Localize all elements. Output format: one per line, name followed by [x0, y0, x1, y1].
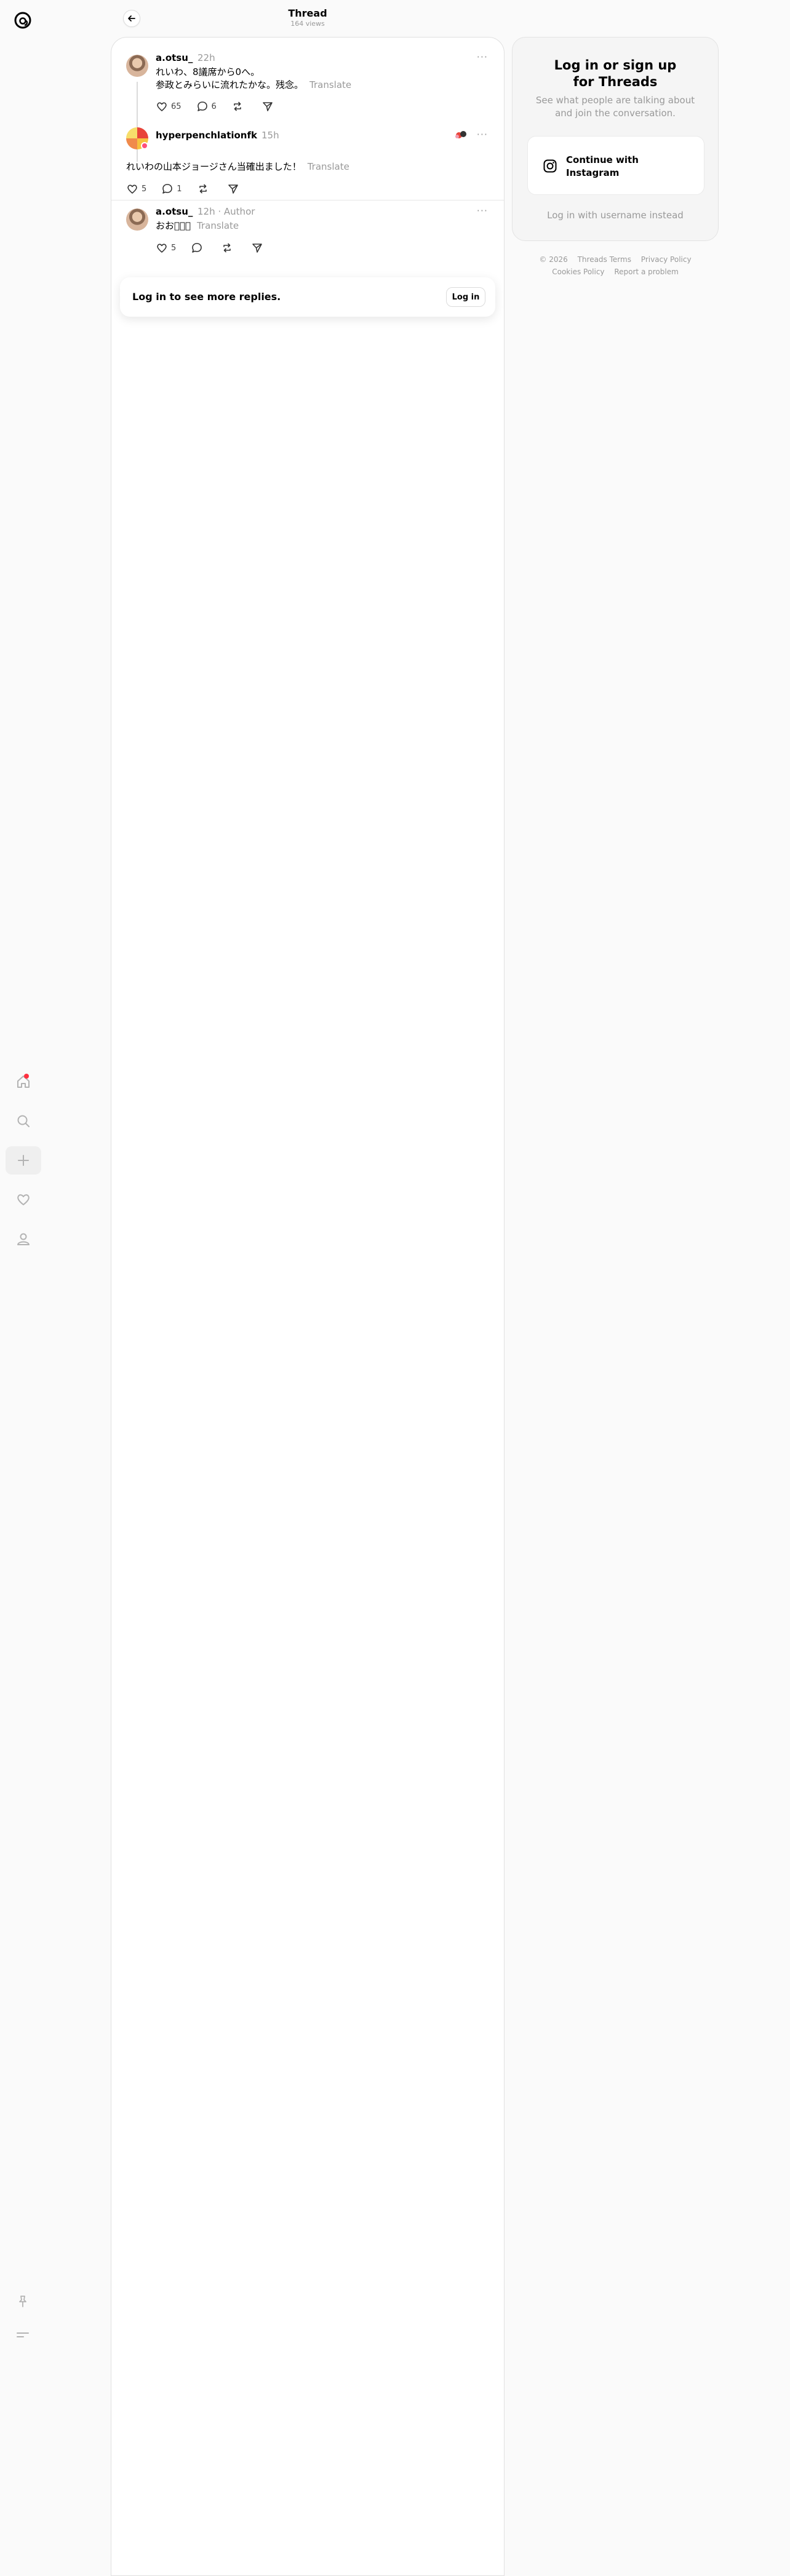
reply-button[interactable]	[191, 242, 206, 254]
share-button[interactable]	[227, 183, 242, 195]
post-actions: 5 1	[126, 183, 257, 195]
like-button[interactable]: 65	[156, 100, 182, 113]
reply-count: 1	[177, 184, 182, 194]
heart-icon	[17, 1194, 30, 1205]
search-icon	[17, 1115, 30, 1127]
notification-dot	[24, 1074, 29, 1079]
privacy-link[interactable]: Privacy Policy	[641, 255, 692, 264]
plus-icon	[18, 1155, 29, 1166]
post-username[interactable]: hyperpenchlationfk	[156, 130, 257, 141]
heart-icon	[157, 102, 167, 111]
post-main: a.otsu_ 22h ··· れいわ、8議席から0へ。 参政とみらいに流れたか…	[111, 38, 504, 162]
share-button[interactable]	[251, 242, 266, 254]
terms-link[interactable]: Threads Terms	[578, 255, 631, 264]
pin-icon[interactable]	[14, 2293, 32, 2311]
post-text: れいわ、8議席から0へ。 参政とみらいに流れたかな。残念。 Translate	[156, 66, 351, 92]
more-options-button[interactable]: ···	[477, 205, 488, 216]
profile-icon	[17, 1233, 30, 1245]
like-button[interactable]: 5	[126, 183, 146, 195]
post-time: 15h	[261, 130, 279, 141]
copyright: © 2026	[539, 255, 568, 264]
heart-icon	[157, 244, 167, 253]
like-count: 5	[171, 243, 177, 253]
avatar-badge	[141, 142, 148, 149]
thread-feed: a.otsu_ 22h ··· れいわ、8議席から0へ。 参政とみらいに流れたか…	[111, 37, 505, 2576]
home-icon	[17, 1076, 30, 1088]
post-meta: 12h · Author	[198, 206, 255, 217]
reply-button[interactable]: 1	[161, 183, 182, 195]
like-count: 5	[142, 184, 147, 194]
share-icon	[263, 102, 273, 111]
post-line-2: 参政とみらいに流れたかな。残念。 Translate	[156, 79, 352, 90]
repost-button[interactable]	[221, 242, 236, 254]
share-icon	[252, 244, 263, 253]
reply-count: 6	[211, 101, 217, 111]
author-tag: Author	[223, 206, 255, 217]
footer-row-1: © 2026 Threads Terms Privacy Policy	[512, 253, 719, 266]
comment-icon	[162, 184, 173, 194]
avatar[interactable]	[126, 208, 148, 231]
repost-icon	[234, 101, 241, 111]
post-line-1: れいわ、8議席から0へ。	[156, 66, 260, 77]
repost-button[interactable]	[231, 100, 247, 113]
menu-icon[interactable]	[14, 2326, 32, 2344]
login-button[interactable]: Log in	[446, 287, 485, 307]
translate-link[interactable]: Translate	[309, 79, 351, 90]
continue-with-instagram-button[interactable]: Continue with Instagram	[527, 136, 704, 195]
translate-link[interactable]: Translate	[308, 161, 349, 172]
instagram-icon	[543, 159, 557, 173]
page-title: Thread	[288, 7, 327, 19]
nav-search[interactable]	[6, 1107, 41, 1135]
post-text: れいわの山本ジョージさん当確出ました！ Translate	[126, 161, 349, 172]
more-options-button[interactable]: ···	[477, 51, 488, 63]
post-actions: 5	[156, 242, 281, 254]
post-author-reply: a.otsu_ 12h · Author ··· おお􀀁􀀁􀀁 Translate …	[111, 202, 504, 270]
repost-button[interactable]	[197, 183, 212, 195]
post-actions: 65 6	[156, 100, 292, 113]
comment-icon	[197, 101, 207, 111]
post-username[interactable]: a.otsu_	[156, 206, 193, 217]
instagram-button-label: Continue with Instagram	[566, 154, 639, 178]
footer-row-2: Cookies Policy Report a problem	[512, 266, 719, 278]
login-card: Log in or sign up for Threads See what p…	[512, 37, 719, 241]
post-text: おお􀀁􀀁􀀁 Translate	[156, 220, 239, 231]
nav-profile[interactable]	[6, 1225, 41, 1253]
login-card-subtitle: See what people are talking about and jo…	[535, 95, 695, 119]
sticker-icon	[453, 130, 468, 140]
repost-icon	[223, 243, 231, 253]
translate-link[interactable]: Translate	[197, 220, 239, 231]
comment-icon	[192, 243, 202, 253]
cookies-link[interactable]: Cookies Policy	[552, 268, 604, 276]
login-gate-text: Log in to see more replies.	[132, 291, 281, 303]
like-button[interactable]: 5	[156, 242, 176, 254]
share-button[interactable]	[261, 100, 277, 113]
report-problem-link[interactable]: Report a problem	[614, 268, 678, 276]
login-card-title: Log in or sign up for Threads	[554, 58, 677, 89]
view-count: 164 views	[290, 20, 325, 28]
post-reply: hyperpenchlationfk 15h ··· れいわの山本ジョージさん当…	[111, 124, 504, 199]
avatar[interactable]	[126, 55, 148, 77]
sidebar	[0, 0, 47, 2576]
share-icon	[228, 184, 238, 194]
nav-create[interactable]	[6, 1146, 41, 1175]
post-username[interactable]: a.otsu_	[156, 52, 193, 63]
more-options-button[interactable]: ···	[477, 129, 488, 140]
username-login-link[interactable]: Log in with username instead	[513, 210, 718, 221]
reply-button[interactable]: 6	[196, 100, 217, 113]
threads-logo-icon[interactable]	[11, 9, 34, 32]
repost-icon	[199, 184, 207, 194]
footer: © 2026 Threads Terms Privacy Policy Cook…	[512, 253, 719, 278]
thread-header: Thread 164 views	[111, 0, 505, 34]
like-count: 65	[171, 101, 182, 111]
nav-activity[interactable]	[6, 1186, 41, 1214]
post-time: 22h	[198, 52, 215, 63]
post-time: 12h	[198, 206, 215, 217]
login-gate: Log in to see more replies. Log in	[120, 277, 495, 317]
nav-home[interactable]	[6, 1068, 41, 1096]
heart-icon	[127, 184, 137, 194]
